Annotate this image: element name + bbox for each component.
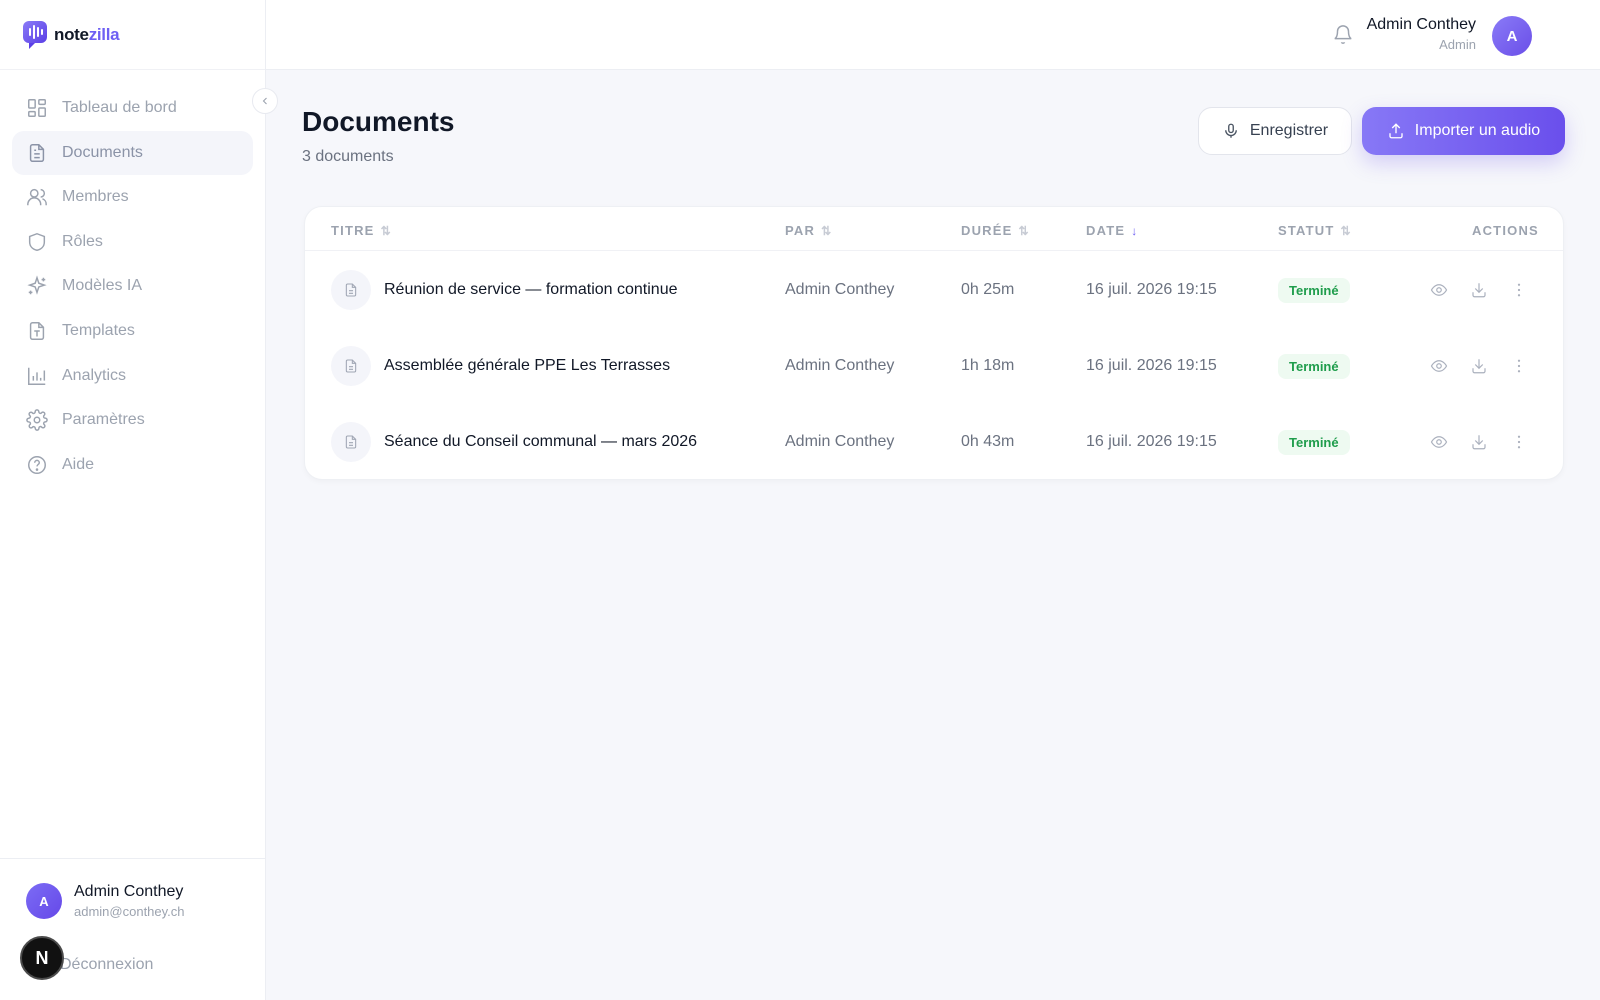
dashboard-grid-icon <box>28 99 46 117</box>
page-subtitle: 3 documents <box>302 148 394 165</box>
microphone-wave-icon <box>23 20 47 49</box>
logo[interactable]: notezilla <box>0 0 265 70</box>
sort-icon: ⇅ <box>1018 223 1029 238</box>
logo-text: notezilla <box>54 24 120 44</box>
topbar-user[interactable]: Admin Conthey Admin <box>1367 16 1476 52</box>
sort-icon: ⇅ <box>1340 223 1351 238</box>
table-row[interactable]: Séance du Conseil communal — mars 2026 A… <box>305 404 1565 480</box>
sort-desc-icon: ↓ <box>1131 223 1138 238</box>
document-author: Admin Conthey <box>785 281 895 298</box>
microphone-icon <box>1224 123 1237 138</box>
collapse-sidebar-button[interactable] <box>252 88 278 114</box>
document-date: 16 juil. 2026 19:15 <box>1086 281 1217 298</box>
topbar-user-name: Admin Conthey <box>1366 16 1476 33</box>
column-header-status[interactable]: STATUT ⇅ <box>1278 223 1351 238</box>
sidebar-item-membres[interactable]: Membres <box>12 175 253 219</box>
sparkles-icon <box>27 275 47 296</box>
sidebar-item-modeles-ia[interactable]: Modèles IA <box>12 264 253 308</box>
view-icon[interactable] <box>1429 356 1449 376</box>
status-badge: Terminé <box>1278 277 1350 303</box>
column-header-date[interactable]: DATE ↓ <box>1086 223 1137 238</box>
document-duration: 0h 25m <box>961 281 1015 298</box>
file-template-icon <box>29 321 45 340</box>
help-circle-icon <box>28 455 46 474</box>
sidebar-item-label: Aide <box>62 455 95 473</box>
sidebar-item-label: Analytics <box>62 366 127 384</box>
topbar: Admin Conthey Admin A <box>266 0 1600 70</box>
document-icon <box>29 143 45 162</box>
document-author: Admin Conthey <box>785 357 895 374</box>
sidebar-item-parametres[interactable]: Paramètres <box>12 398 253 442</box>
document-icon <box>331 346 371 386</box>
sidebar-item-label: Rôles <box>62 232 103 250</box>
document-date: 16 juil. 2026 19:15 <box>1086 433 1217 450</box>
status-badge: Terminé <box>1278 353 1350 379</box>
download-icon[interactable] <box>1469 280 1489 300</box>
import-audio-button-label: Importer un audio <box>1414 122 1541 139</box>
table-row[interactable]: Réunion de service — formation continue … <box>305 252 1565 328</box>
column-header-actions: ACTIONS <box>1472 223 1539 238</box>
documents-table: TITRE ⇅ PAR ⇅ DURÉE ⇅ DATE ↓ STATUT ⇅ ACTIONS… <box>304 206 1564 480</box>
bell-icon[interactable] <box>1332 24 1354 46</box>
sidebar-item-label: Tableau de bord <box>62 99 177 116</box>
gear-icon <box>26 409 48 431</box>
view-icon[interactable] <box>1429 280 1449 300</box>
column-header-duration[interactable]: DURÉE ⇅ <box>961 223 1029 238</box>
document-title[interactable]: Séance du Conseil communal — mars 2026 <box>384 433 697 451</box>
sidebar-nav: Tableau de bord Documents Membres Rôles … <box>0 70 265 487</box>
document-icon <box>331 270 371 310</box>
download-icon[interactable] <box>1469 432 1489 452</box>
status-badge: Terminé <box>1278 429 1350 455</box>
sidebar-item-templates[interactable]: Templates <box>12 309 253 353</box>
document-title[interactable]: Réunion de service — formation continue <box>384 281 678 299</box>
document-duration: 1h 18m <box>961 357 1015 374</box>
document-date: 16 juil. 2026 19:15 <box>1086 357 1217 374</box>
more-vertical-icon[interactable] <box>1509 356 1529 376</box>
sidebar-item-label: Documents <box>62 143 143 161</box>
column-header-title[interactable]: TITRE ⇅ <box>331 223 391 238</box>
document-author: Admin Conthey <box>785 433 895 450</box>
sidebar-item-label: Templates <box>62 321 135 339</box>
sort-icon: ⇅ <box>380 223 391 238</box>
more-vertical-icon[interactable] <box>1509 432 1529 452</box>
footer-user[interactable]: A Admin Conthey admin@conthey.ch <box>0 859 266 919</box>
topbar-user-role: Admin <box>1439 37 1476 52</box>
footer-user-email: admin@conthey.ch <box>74 904 185 919</box>
table-header: TITRE ⇅ PAR ⇅ DURÉE ⇅ DATE ↓ STATUT ⇅ ACTIONS <box>305 207 1563 251</box>
shield-icon <box>28 232 46 251</box>
bar-chart-icon <box>28 367 46 385</box>
document-title[interactable]: Assemblée générale PPE Les Terrasses <box>384 357 670 375</box>
sidebar-item-label: Membres <box>62 188 129 206</box>
next-dev-badge[interactable]: N <box>20 936 64 980</box>
upload-icon <box>1389 123 1403 139</box>
footer-user-name: Admin Conthey <box>74 883 184 900</box>
logout-link[interactable]: Déconnexion <box>60 956 153 974</box>
page-title: Documents <box>302 106 455 137</box>
sidebar-footer: A Admin Conthey admin@conthey.ch Déconne… <box>0 858 266 1000</box>
table-row[interactable]: Assemblée générale PPE Les Terrasses Adm… <box>305 328 1565 404</box>
sidebar-item-tableau-de-bord[interactable]: Tableau de bord <box>12 86 253 130</box>
document-icon <box>331 422 371 462</box>
avatar: A <box>26 883 62 919</box>
chevron-left-icon <box>262 97 267 105</box>
record-button-label: Enregistrer <box>1249 122 1329 139</box>
sidebar: notezilla Tableau de bord Documents Memb… <box>0 0 266 1000</box>
import-audio-button[interactable]: Importer un audio <box>1362 107 1565 155</box>
sidebar-item-aide[interactable]: Aide <box>12 443 253 487</box>
view-icon[interactable] <box>1429 432 1449 452</box>
avatar[interactable]: A <box>1492 16 1532 56</box>
sidebar-item-documents[interactable]: Documents <box>12 130 253 175</box>
sidebar-item-label: Modèles IA <box>62 277 143 295</box>
more-vertical-icon[interactable] <box>1509 280 1529 300</box>
sidebar-item-label: Paramètres <box>62 411 145 429</box>
record-button[interactable]: Enregistrer <box>1198 107 1352 155</box>
sidebar-item-analytics[interactable]: Analytics <box>12 354 253 398</box>
users-icon <box>27 189 47 206</box>
download-icon[interactable] <box>1469 356 1489 376</box>
document-duration: 0h 43m <box>961 433 1015 450</box>
sort-icon: ⇅ <box>821 223 832 238</box>
sidebar-item-roles[interactable]: Rôles <box>12 220 253 264</box>
column-header-by[interactable]: PAR ⇅ <box>785 223 831 238</box>
